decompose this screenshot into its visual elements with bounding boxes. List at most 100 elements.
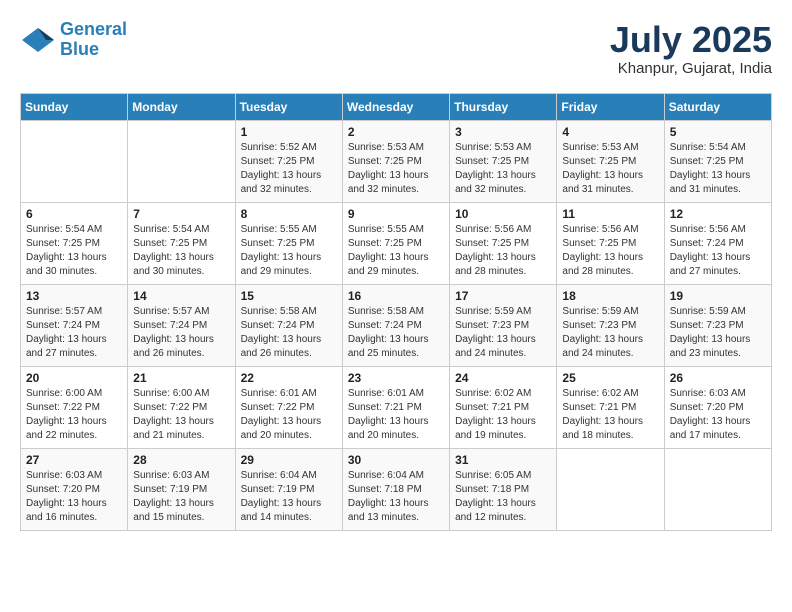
calendar-cell: 4Sunrise: 5:53 AM Sunset: 7:25 PM Daylig… xyxy=(557,120,664,202)
calendar-cell: 13Sunrise: 5:57 AM Sunset: 7:24 PM Dayli… xyxy=(21,284,128,366)
day-number: 7 xyxy=(133,207,229,221)
logo-text: General Blue xyxy=(60,20,127,60)
day-info: Sunrise: 6:05 AM Sunset: 7:18 PM Dayligh… xyxy=(455,469,551,525)
calendar-cell: 5 Sunrise: 5:54 AM Sunset: 7:25 PM Daylig… xyxy=(664,120,771,202)
calendar-cell: 29Sunrise: 6:04 AM Sunset: 7:19 PM Dayli… xyxy=(235,448,342,530)
calendar-cell: 27Sunrise: 6:03 AM Sunset: 7:20 PM Dayli… xyxy=(21,448,128,530)
header-saturday: Saturday xyxy=(664,93,771,120)
day-info: Sunrise: 6:00 AM Sunset: 7:22 PM Dayligh… xyxy=(133,387,229,443)
day-info: Sunrise: 6:04 AM Sunset: 7:19 PM Dayligh… xyxy=(241,469,337,525)
week-row-1: 6 Sunrise: 5:54 AM Sunset: 7:25 PM Daylig… xyxy=(21,202,772,284)
day-number: 22 xyxy=(241,371,337,385)
calendar-cell: 14 Sunrise: 5:57 AM Sunset: 7:24 PM Dayli… xyxy=(128,284,235,366)
day-number: 13 xyxy=(26,289,122,303)
day-info: Sunrise: 5:53 AM Sunset: 7:25 PM Dayligh… xyxy=(348,141,444,197)
calendar-cell xyxy=(128,120,235,202)
day-info: Sunrise: 6:01 AM Sunset: 7:22 PM Dayligh… xyxy=(241,387,337,443)
calendar-cell: 18 Sunrise: 5:59 AM Sunset: 7:23 PM Dayli… xyxy=(557,284,664,366)
calendar-cell: 31 Sunrise: 6:05 AM Sunset: 7:18 PM Dayli… xyxy=(450,448,557,530)
calendar-cell: 6 Sunrise: 5:54 AM Sunset: 7:25 PM Daylig… xyxy=(21,202,128,284)
day-number: 2 xyxy=(348,125,444,139)
day-number: 26 xyxy=(670,371,766,385)
day-number: 30 xyxy=(348,453,444,467)
calendar-cell: 24Sunrise: 6:02 AM Sunset: 7:21 PM Dayli… xyxy=(450,366,557,448)
day-info: Sunrise: 6:01 AM Sunset: 7:21 PM Dayligh… xyxy=(348,387,444,443)
day-info: Sunrise: 5:59 AM Sunset: 7:23 PM Dayligh… xyxy=(670,305,766,361)
day-info: Sunrise: 5:59 AM Sunset: 7:23 PM Dayligh… xyxy=(455,305,551,361)
day-number: 19 xyxy=(670,289,766,303)
calendar-cell: 16Sunrise: 5:58 AM Sunset: 7:24 PM Dayli… xyxy=(342,284,449,366)
day-info: Sunrise: 5:53 AM Sunset: 7:25 PM Dayligh… xyxy=(562,141,658,197)
day-info: Sunrise: 5:56 AM Sunset: 7:24 PM Dayligh… xyxy=(670,223,766,279)
day-number: 5 xyxy=(670,125,766,139)
day-number: 8 xyxy=(241,207,337,221)
day-info: Sunrise: 5:58 AM Sunset: 7:24 PM Dayligh… xyxy=(241,305,337,361)
day-number: 18 xyxy=(562,289,658,303)
header-sunday: Sunday xyxy=(21,93,128,120)
day-info: Sunrise: 6:04 AM Sunset: 7:18 PM Dayligh… xyxy=(348,469,444,525)
day-info: Sunrise: 5:59 AM Sunset: 7:23 PM Dayligh… xyxy=(562,305,658,361)
calendar-cell: 7 Sunrise: 5:54 AM Sunset: 7:25 PM Daylig… xyxy=(128,202,235,284)
calendar-cell: 21 Sunrise: 6:00 AM Sunset: 7:22 PM Dayli… xyxy=(128,366,235,448)
day-number: 28 xyxy=(133,453,229,467)
location: Khanpur, Gujarat, India xyxy=(610,60,772,77)
logo-icon xyxy=(20,26,56,54)
day-info: Sunrise: 5:56 AM Sunset: 7:25 PM Dayligh… xyxy=(455,223,551,279)
header-friday: Friday xyxy=(557,93,664,120)
day-number: 17 xyxy=(455,289,551,303)
calendar-cell: 23 Sunrise: 6:01 AM Sunset: 7:21 PM Dayli… xyxy=(342,366,449,448)
title-block: July 2025 Khanpur, Gujarat, India xyxy=(610,20,772,77)
day-info: Sunrise: 5:53 AM Sunset: 7:25 PM Dayligh… xyxy=(455,141,551,197)
day-info: Sunrise: 6:03 AM Sunset: 7:20 PM Dayligh… xyxy=(670,387,766,443)
calendar-cell: 12 Sunrise: 5:56 AM Sunset: 7:24 PM Dayli… xyxy=(664,202,771,284)
day-info: Sunrise: 5:54 AM Sunset: 7:25 PM Dayligh… xyxy=(670,141,766,197)
day-number: 31 xyxy=(455,453,551,467)
logo: General Blue xyxy=(20,20,127,60)
logo-general: General xyxy=(60,19,127,39)
header-row: SundayMondayTuesdayWednesdayThursdayFrid… xyxy=(21,93,772,120)
day-number: 21 xyxy=(133,371,229,385)
day-info: Sunrise: 5:54 AM Sunset: 7:25 PM Dayligh… xyxy=(133,223,229,279)
day-info: Sunrise: 5:55 AM Sunset: 7:25 PM Dayligh… xyxy=(241,223,337,279)
week-row-4: 27Sunrise: 6:03 AM Sunset: 7:20 PM Dayli… xyxy=(21,448,772,530)
calendar-cell: 19 Sunrise: 5:59 AM Sunset: 7:23 PM Dayli… xyxy=(664,284,771,366)
day-info: Sunrise: 6:03 AM Sunset: 7:20 PM Dayligh… xyxy=(26,469,122,525)
day-number: 15 xyxy=(241,289,337,303)
day-info: Sunrise: 6:02 AM Sunset: 7:21 PM Dayligh… xyxy=(562,387,658,443)
day-info: Sunrise: 5:54 AM Sunset: 7:25 PM Dayligh… xyxy=(26,223,122,279)
header-thursday: Thursday xyxy=(450,93,557,120)
calendar-cell: 17 Sunrise: 5:59 AM Sunset: 7:23 PM Dayli… xyxy=(450,284,557,366)
calendar-cell: 8 Sunrise: 5:55 AM Sunset: 7:25 PM Daylig… xyxy=(235,202,342,284)
calendar-cell xyxy=(557,448,664,530)
calendar-table: SundayMondayTuesdayWednesdayThursdayFrid… xyxy=(20,93,772,531)
day-info: Sunrise: 5:56 AM Sunset: 7:25 PM Dayligh… xyxy=(562,223,658,279)
calendar-cell: 10 Sunrise: 5:56 AM Sunset: 7:25 PM Dayli… xyxy=(450,202,557,284)
day-number: 3 xyxy=(455,125,551,139)
calendar-cell: 2 Sunrise: 5:53 AM Sunset: 7:25 PM Daylig… xyxy=(342,120,449,202)
day-number: 25 xyxy=(562,371,658,385)
day-number: 1 xyxy=(241,125,337,139)
calendar-cell xyxy=(21,120,128,202)
calendar-cell: 22 Sunrise: 6:01 AM Sunset: 7:22 PM Dayli… xyxy=(235,366,342,448)
day-number: 6 xyxy=(26,207,122,221)
calendar-cell xyxy=(664,448,771,530)
header-monday: Monday xyxy=(128,93,235,120)
header-wednesday: Wednesday xyxy=(342,93,449,120)
calendar-cell: 25 Sunrise: 6:02 AM Sunset: 7:21 PM Dayli… xyxy=(557,366,664,448)
day-number: 14 xyxy=(133,289,229,303)
day-info: Sunrise: 5:58 AM Sunset: 7:24 PM Dayligh… xyxy=(348,305,444,361)
day-info: Sunrise: 5:55 AM Sunset: 7:25 PM Dayligh… xyxy=(348,223,444,279)
day-number: 11 xyxy=(562,207,658,221)
calendar-cell: 26 Sunrise: 6:03 AM Sunset: 7:20 PM Dayli… xyxy=(664,366,771,448)
calendar-cell: 30 Sunrise: 6:04 AM Sunset: 7:18 PM Dayli… xyxy=(342,448,449,530)
calendar-cell: 11 Sunrise: 5:56 AM Sunset: 7:25 PM Dayli… xyxy=(557,202,664,284)
calendar-cell: 1Sunrise: 5:52 AM Sunset: 7:25 PM Daylig… xyxy=(235,120,342,202)
week-row-0: 1Sunrise: 5:52 AM Sunset: 7:25 PM Daylig… xyxy=(21,120,772,202)
day-number: 10 xyxy=(455,207,551,221)
day-number: 12 xyxy=(670,207,766,221)
logo-blue: Blue xyxy=(60,39,99,59)
day-number: 23 xyxy=(348,371,444,385)
day-info: Sunrise: 5:57 AM Sunset: 7:24 PM Dayligh… xyxy=(133,305,229,361)
week-row-2: 13 Sunrise: 5:57 AM Sunset: 7:24 PM Dayli… xyxy=(21,284,772,366)
week-row-3: 20Sunrise: 6:00 AM Sunset: 7:22 PM Dayli… xyxy=(21,366,772,448)
